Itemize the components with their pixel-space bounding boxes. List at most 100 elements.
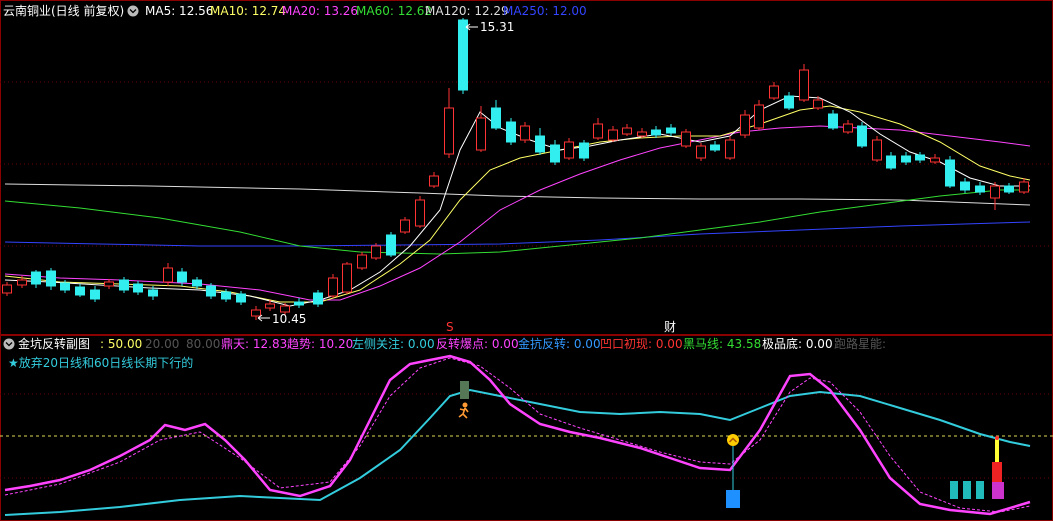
candle[interactable] — [535, 128, 545, 155]
candle[interactable] — [975, 182, 985, 195]
signal-s-marker: S — [446, 320, 454, 334]
indicator-legend-item: 金抗反转: 0.00 — [518, 336, 601, 351]
focus-bar — [963, 481, 971, 499]
candle[interactable] — [637, 128, 647, 138]
indicator-legend-item: 20.00 — [145, 337, 179, 351]
candle[interactable] — [579, 140, 589, 161]
candle[interactable] — [119, 277, 129, 293]
indicator-legend-item: 反转爆点: 0.00 — [436, 336, 519, 351]
ma250-line — [4, 221, 1031, 247]
candle[interactable] — [651, 126, 661, 138]
ma-legend-item: MA20: 13.26 — [282, 4, 358, 18]
candle[interactable] — [371, 243, 381, 260]
candle[interactable] — [593, 118, 603, 140]
high-price-label: 15.31 — [465, 20, 514, 34]
ma-legend-item: MA60: 12.62 — [356, 4, 432, 18]
indicator-legend-item: 跑路星能: — [834, 336, 886, 351]
focus-bar — [950, 481, 958, 499]
stock-chart-window[interactable]: 云南铜业(日线 前复权) MA5: 12.56MA10: 12.74MA20: … — [0, 0, 1053, 521]
candle[interactable] — [520, 122, 530, 143]
candle[interactable] — [550, 140, 560, 165]
sub-settings-icon[interactable] — [3, 338, 15, 350]
candle[interactable] — [90, 286, 100, 302]
candle[interactable] — [799, 64, 809, 102]
candle[interactable] — [710, 141, 720, 152]
indicator-signals — [458, 381, 1004, 508]
candle[interactable] — [400, 217, 410, 234]
indicator-legend: : 50.00 20.00 80.00 鼎天: 12.83 趋势: 10.20左侧关注:… — [100, 336, 886, 351]
svg-text:10.45: 10.45 — [272, 312, 306, 326]
candlesticks[interactable] — [2, 18, 1029, 320]
candle[interactable] — [476, 106, 486, 152]
candle[interactable] — [666, 124, 676, 136]
low-price-label: 10.45 — [257, 312, 306, 326]
indicator-legend-item: 凹口初现: 0.00 — [600, 337, 683, 351]
candle[interactable] — [696, 143, 706, 161]
indicator-legend-item: : 50.00 — [100, 337, 142, 351]
candle[interactable] — [608, 126, 618, 142]
candle[interactable] — [740, 110, 750, 138]
signal-bar — [460, 381, 469, 399]
ma-legend-item: MA120: 12.29 — [425, 4, 509, 18]
ma120-line — [4, 183, 1031, 206]
candle[interactable] — [872, 136, 882, 162]
candle[interactable] — [357, 252, 367, 270]
sub-chart-title: 金坑反转副图 — [18, 336, 90, 351]
candle[interactable] — [458, 18, 468, 94]
indicator-legend-item: 鼎天: 12.83 — [221, 337, 287, 351]
candle[interactable] — [915, 152, 925, 163]
candle[interactable] — [506, 118, 516, 145]
ma-legend: MA5: 12.56MA10: 12.74MA20: 13.26MA60: 12… — [145, 4, 587, 18]
candle[interactable] — [990, 182, 1000, 210]
chart-title: 云南铜业(日线 前复权) — [3, 3, 124, 18]
candle[interactable] — [784, 92, 794, 110]
finance-marker[interactable]: 财 — [664, 320, 676, 334]
indicator-note: ★放弃20日线和60日线长期下行的 — [8, 355, 193, 370]
candle[interactable] — [886, 152, 896, 170]
indicator-legend-item: 80.00 — [186, 337, 220, 351]
candle[interactable] — [313, 290, 323, 307]
candle[interactable] — [328, 274, 338, 298]
candle[interactable] — [2, 282, 12, 296]
candle[interactable] — [46, 268, 56, 290]
breakout-bar — [992, 436, 1004, 499]
candle[interactable] — [754, 100, 764, 130]
focus-bar — [976, 481, 984, 499]
candle[interactable] — [294, 298, 304, 308]
candle[interactable] — [843, 120, 853, 134]
candle[interactable] — [960, 178, 970, 193]
candle[interactable] — [930, 154, 940, 164]
candle[interactable] — [75, 284, 85, 297]
candle[interactable] — [901, 152, 911, 165]
candle[interactable] — [415, 196, 425, 228]
candle[interactable] — [725, 136, 735, 160]
candle[interactable] — [429, 172, 439, 188]
candle[interactable] — [564, 138, 574, 160]
candle[interactable] — [681, 129, 691, 148]
candle[interactable] — [622, 124, 632, 136]
moving-average-lines — [4, 95, 1031, 307]
svg-text:15.31: 15.31 — [480, 20, 514, 34]
candle[interactable] — [133, 281, 143, 295]
candle[interactable] — [444, 88, 454, 158]
settings-icon[interactable] — [127, 5, 139, 17]
runner-icon — [458, 402, 469, 419]
ma-legend-item: MA250: 12.00 — [503, 4, 587, 18]
candle[interactable] — [342, 262, 352, 294]
indicator-legend-item: 极品底: 0.00 — [762, 336, 833, 351]
candle[interactable] — [31, 270, 41, 288]
candle[interactable] — [1019, 178, 1029, 194]
ma-legend-item: MA10: 12.74 — [210, 4, 286, 18]
trend-signal-line — [4, 357, 1031, 513]
ma-legend-item: MA5: 12.56 — [145, 4, 213, 18]
indicator-legend-item: 趋势: 10.20 — [287, 337, 353, 351]
candle[interactable] — [945, 156, 955, 188]
candle[interactable] — [769, 82, 779, 100]
candle[interactable] — [104, 279, 114, 289]
candle[interactable] — [1004, 183, 1014, 194]
indicator-legend-item: 黑马线: 43.58 — [683, 337, 761, 351]
candle[interactable] — [857, 122, 867, 148]
candle[interactable] — [491, 100, 501, 130]
candle[interactable] — [386, 232, 396, 257]
candle[interactable] — [828, 110, 838, 130]
